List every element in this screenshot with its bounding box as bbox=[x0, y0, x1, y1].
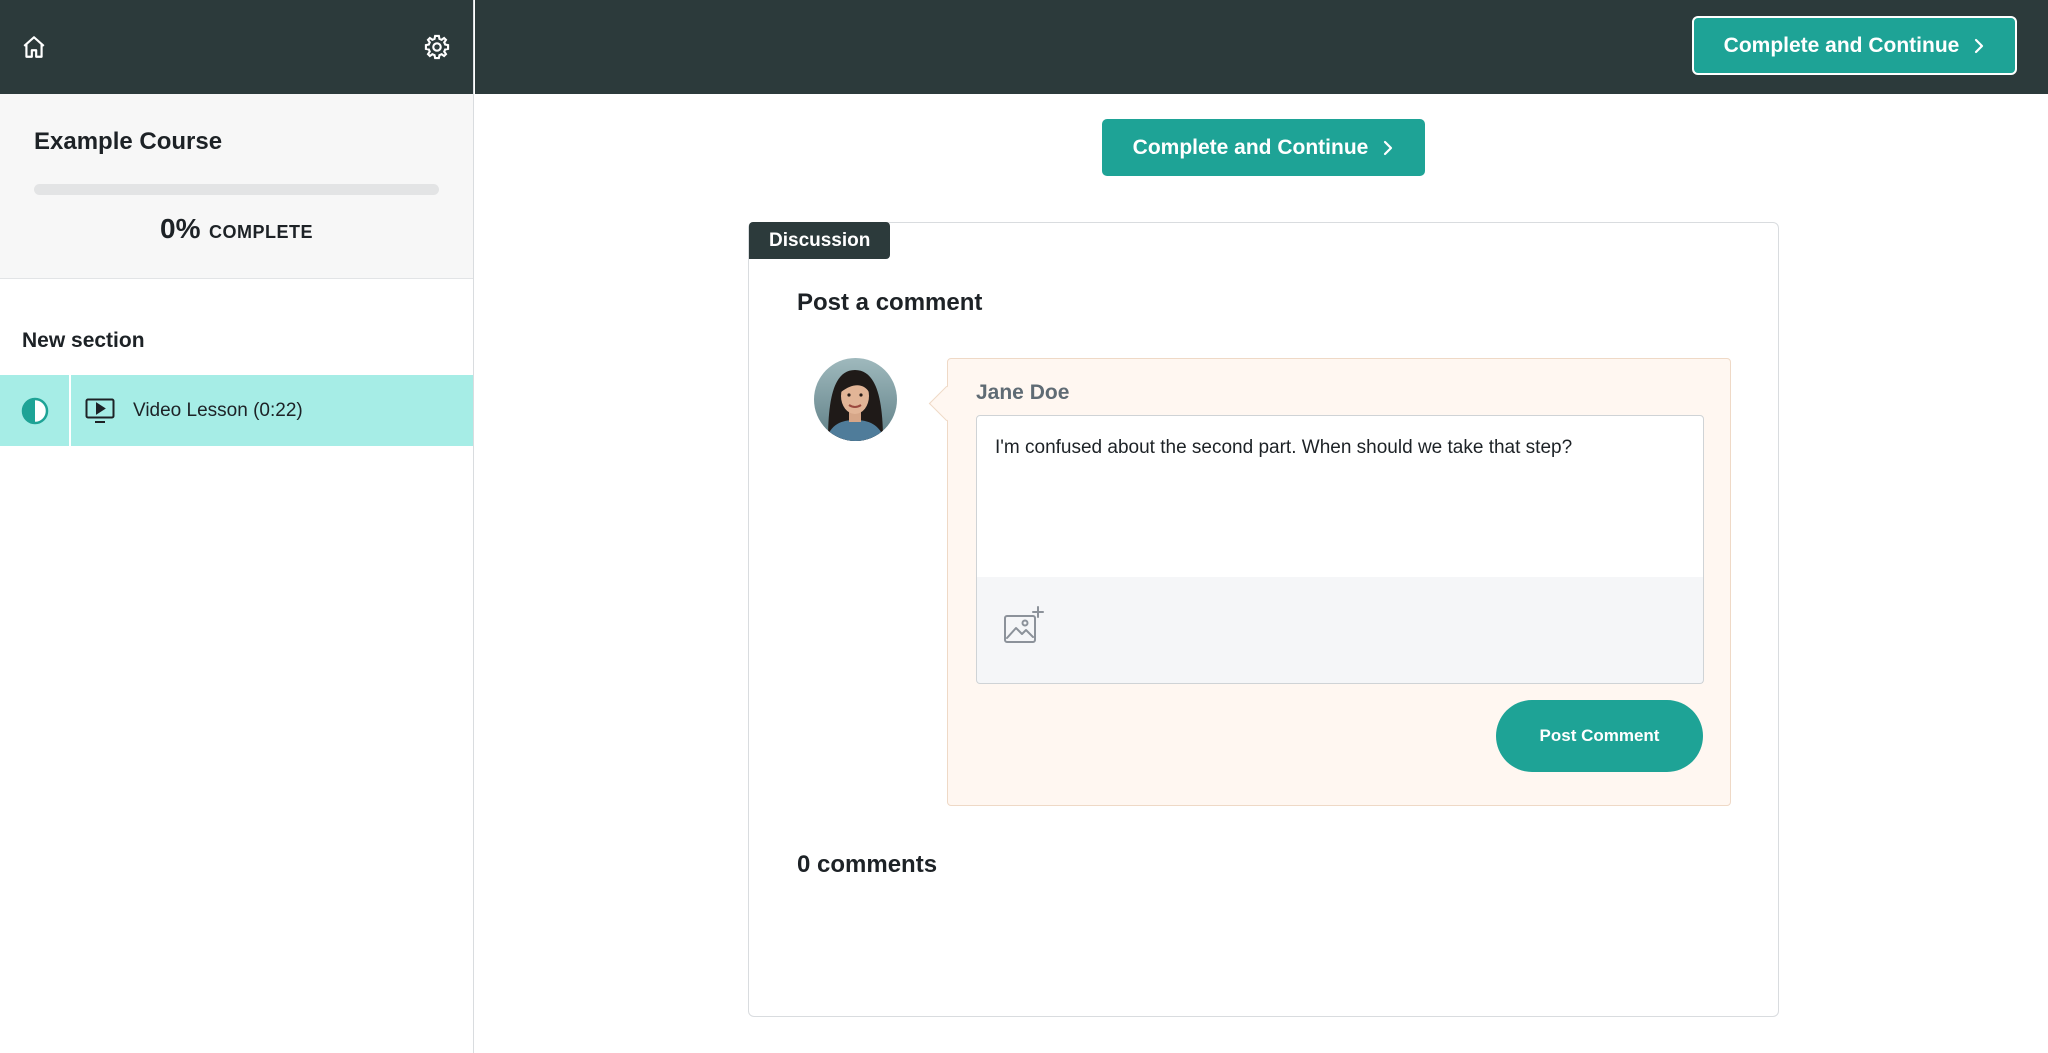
comment-textarea[interactable] bbox=[976, 415, 1704, 578]
home-icon[interactable] bbox=[20, 33, 48, 61]
comment-form: Jane Doe Post Comment bbox=[947, 358, 1731, 806]
chevron-right-icon bbox=[1975, 38, 1984, 53]
lesson-item-video[interactable]: Video Lesson (0:22) bbox=[0, 375, 473, 446]
attachment-bar bbox=[976, 577, 1704, 684]
course-progress-panel: Example Course 0% COMPLETE bbox=[0, 94, 473, 279]
progress-percent: 0% bbox=[160, 213, 201, 244]
progress-bar bbox=[34, 184, 439, 195]
course-title: Example Course bbox=[34, 128, 223, 155]
add-image-icon[interactable] bbox=[1003, 605, 1045, 645]
post-comment-button[interactable]: Post Comment bbox=[1496, 700, 1703, 772]
progress-summary: 0% COMPLETE bbox=[34, 213, 439, 245]
progress-label: COMPLETE bbox=[208, 222, 313, 242]
lesson-label: Video Lesson (0:22) bbox=[133, 399, 303, 421]
post-comment-heading: Post a comment bbox=[797, 289, 983, 316]
section-title: New section bbox=[22, 329, 145, 352]
comments-count: 0 comments bbox=[797, 851, 938, 878]
button-label: Complete and Continue bbox=[1723, 33, 1960, 57]
complete-and-continue-button-header[interactable]: Complete and Continue bbox=[1692, 16, 2017, 75]
video-screen-icon bbox=[85, 398, 115, 424]
avatar bbox=[814, 358, 897, 441]
discussion-panel: Discussion Post a comment Jane Doe I'm c… bbox=[748, 222, 1779, 1017]
chevron-right-icon bbox=[1384, 140, 1393, 155]
comment-author-name: Jane Doe bbox=[976, 381, 1070, 404]
gear-icon[interactable] bbox=[423, 33, 451, 61]
sidebar-header bbox=[0, 0, 473, 94]
top-bar: Complete and Continue bbox=[475, 0, 2048, 94]
course-sidebar: Example Course 0% COMPLETE New section V… bbox=[0, 0, 474, 1053]
half-circle-icon bbox=[0, 375, 71, 446]
button-label: Complete and Continue bbox=[1132, 135, 1369, 159]
discussion-tag: Discussion bbox=[749, 222, 891, 259]
complete-and-continue-button[interactable]: Complete and Continue bbox=[1102, 119, 1425, 176]
